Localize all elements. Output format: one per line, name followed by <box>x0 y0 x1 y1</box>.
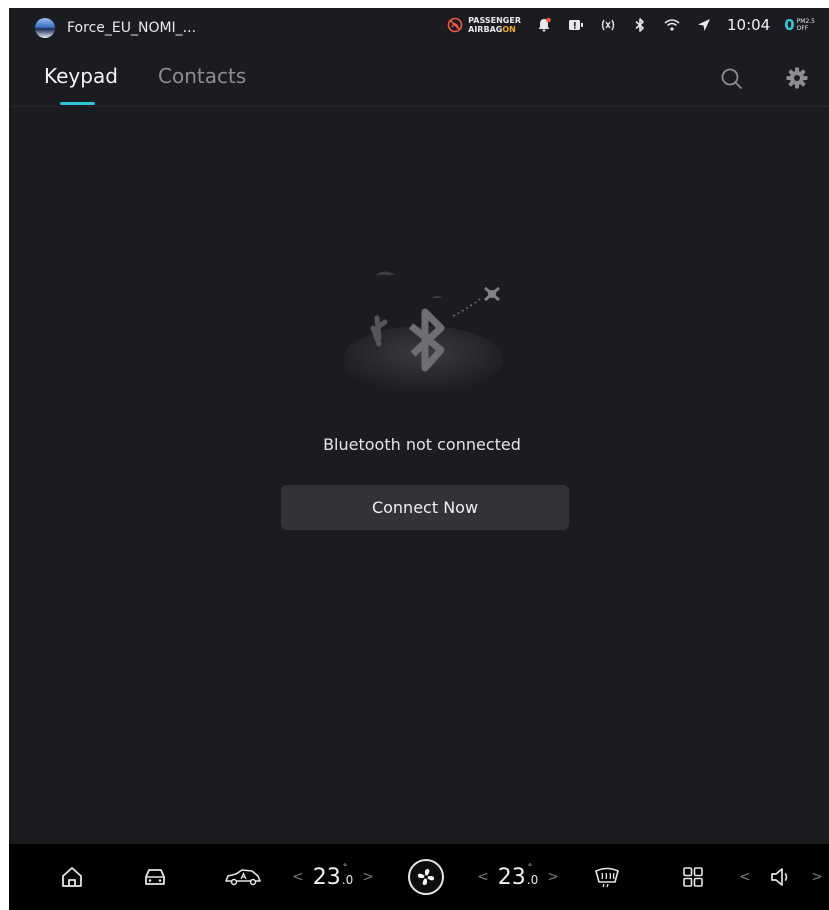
search-icon[interactable] <box>719 66 745 92</box>
tab-keypad[interactable]: Keypad <box>44 64 118 88</box>
bluetooth-status-message: Bluetooth not connected <box>323 435 521 454</box>
location-arrow-icon <box>697 19 710 31</box>
status-icons: PASSENGER AIRBAGON 10:04 0 PM2.5 OFF <box>447 16 815 34</box>
driver-temp-main: 23 <box>312 864 341 890</box>
tab-contacts[interactable]: Contacts <box>158 64 246 88</box>
notification-bell-icon <box>538 17 551 32</box>
bluetooth-icon <box>635 18 644 32</box>
fan-icon <box>417 868 435 886</box>
passenger-temp-down-button[interactable]: < <box>477 869 489 885</box>
airbag-status: PASSENGER AIRBAGON <box>447 16 521 34</box>
passenger-temperature-control: < 23.0 > <box>477 844 559 910</box>
driver-temp-up-button[interactable]: > <box>362 869 374 885</box>
status-bar: Force_EU_NOMI_... PASSENGER AIRBAGON 10:… <box>9 8 829 48</box>
apps-grid-icon <box>683 867 703 887</box>
driver-temp-down-button[interactable]: < <box>292 869 304 885</box>
bluetooth-disconnected-illustration <box>343 271 503 394</box>
rear-defrost-icon <box>595 867 619 888</box>
volume-down-button[interactable]: < <box>739 869 751 885</box>
pm-label: PM2.5 <box>796 18 815 25</box>
apps-button[interactable] <box>679 844 707 910</box>
rear-defrost-button[interactable] <box>592 844 622 910</box>
home-button[interactable] <box>57 844 87 910</box>
home-icon <box>62 867 82 887</box>
volume-icon[interactable] <box>769 866 793 888</box>
tab-bar: Keypad Contacts <box>9 48 829 107</box>
connect-now-button[interactable]: Connect Now <box>281 485 569 530</box>
car-icon <box>145 869 165 885</box>
profile-name: Force_EU_NOMI_... <box>67 20 197 36</box>
airbag-off-icon <box>447 17 463 33</box>
volume-control: < > <box>739 844 823 910</box>
active-tab-indicator <box>60 102 95 105</box>
bottom-dock: < 23.0 > < 23.0 > <box>9 844 829 910</box>
clock: 10:04 <box>726 16 771 34</box>
passenger-temp-decimal: .0 <box>527 863 538 887</box>
airbag-line1: PASSENGER <box>468 16 521 25</box>
pm-state: OFF <box>796 25 809 32</box>
wifi-icon <box>664 19 680 31</box>
nfc-signal-icon <box>601 19 615 31</box>
airbag-line2: AIRBAG <box>468 25 503 34</box>
settings-gear-icon[interactable] <box>785 66 809 90</box>
profile-avatar <box>35 18 55 38</box>
pm-value: 0 <box>784 16 795 34</box>
passenger-temp-main: 23 <box>497 864 526 890</box>
autopilot-button[interactable] <box>221 844 265 910</box>
driver-temp-decimal: .0 <box>342 863 353 887</box>
car-side-icon <box>225 869 261 886</box>
profile-chip[interactable]: Force_EU_NOMI_... <box>35 18 196 38</box>
airbag-state: ON <box>502 25 516 34</box>
airbag-label: PASSENGER AIRBAGON <box>468 16 521 34</box>
driver-temp-value: 23.0 <box>312 863 353 890</box>
air-quality-indicator[interactable]: 0 PM2.5 OFF <box>784 16 815 34</box>
volume-up-button[interactable]: > <box>811 869 823 885</box>
fan-button[interactable] <box>406 844 446 910</box>
passenger-temp-up-button[interactable]: > <box>547 869 559 885</box>
driver-temperature-control: < 23.0 > <box>292 844 374 910</box>
screen: Force_EU_NOMI_... PASSENGER AIRBAGON 10:… <box>9 8 829 910</box>
battery-warning-icon <box>568 20 583 30</box>
vehicle-button[interactable] <box>139 844 171 910</box>
passenger-temp-value: 23.0 <box>497 863 538 890</box>
